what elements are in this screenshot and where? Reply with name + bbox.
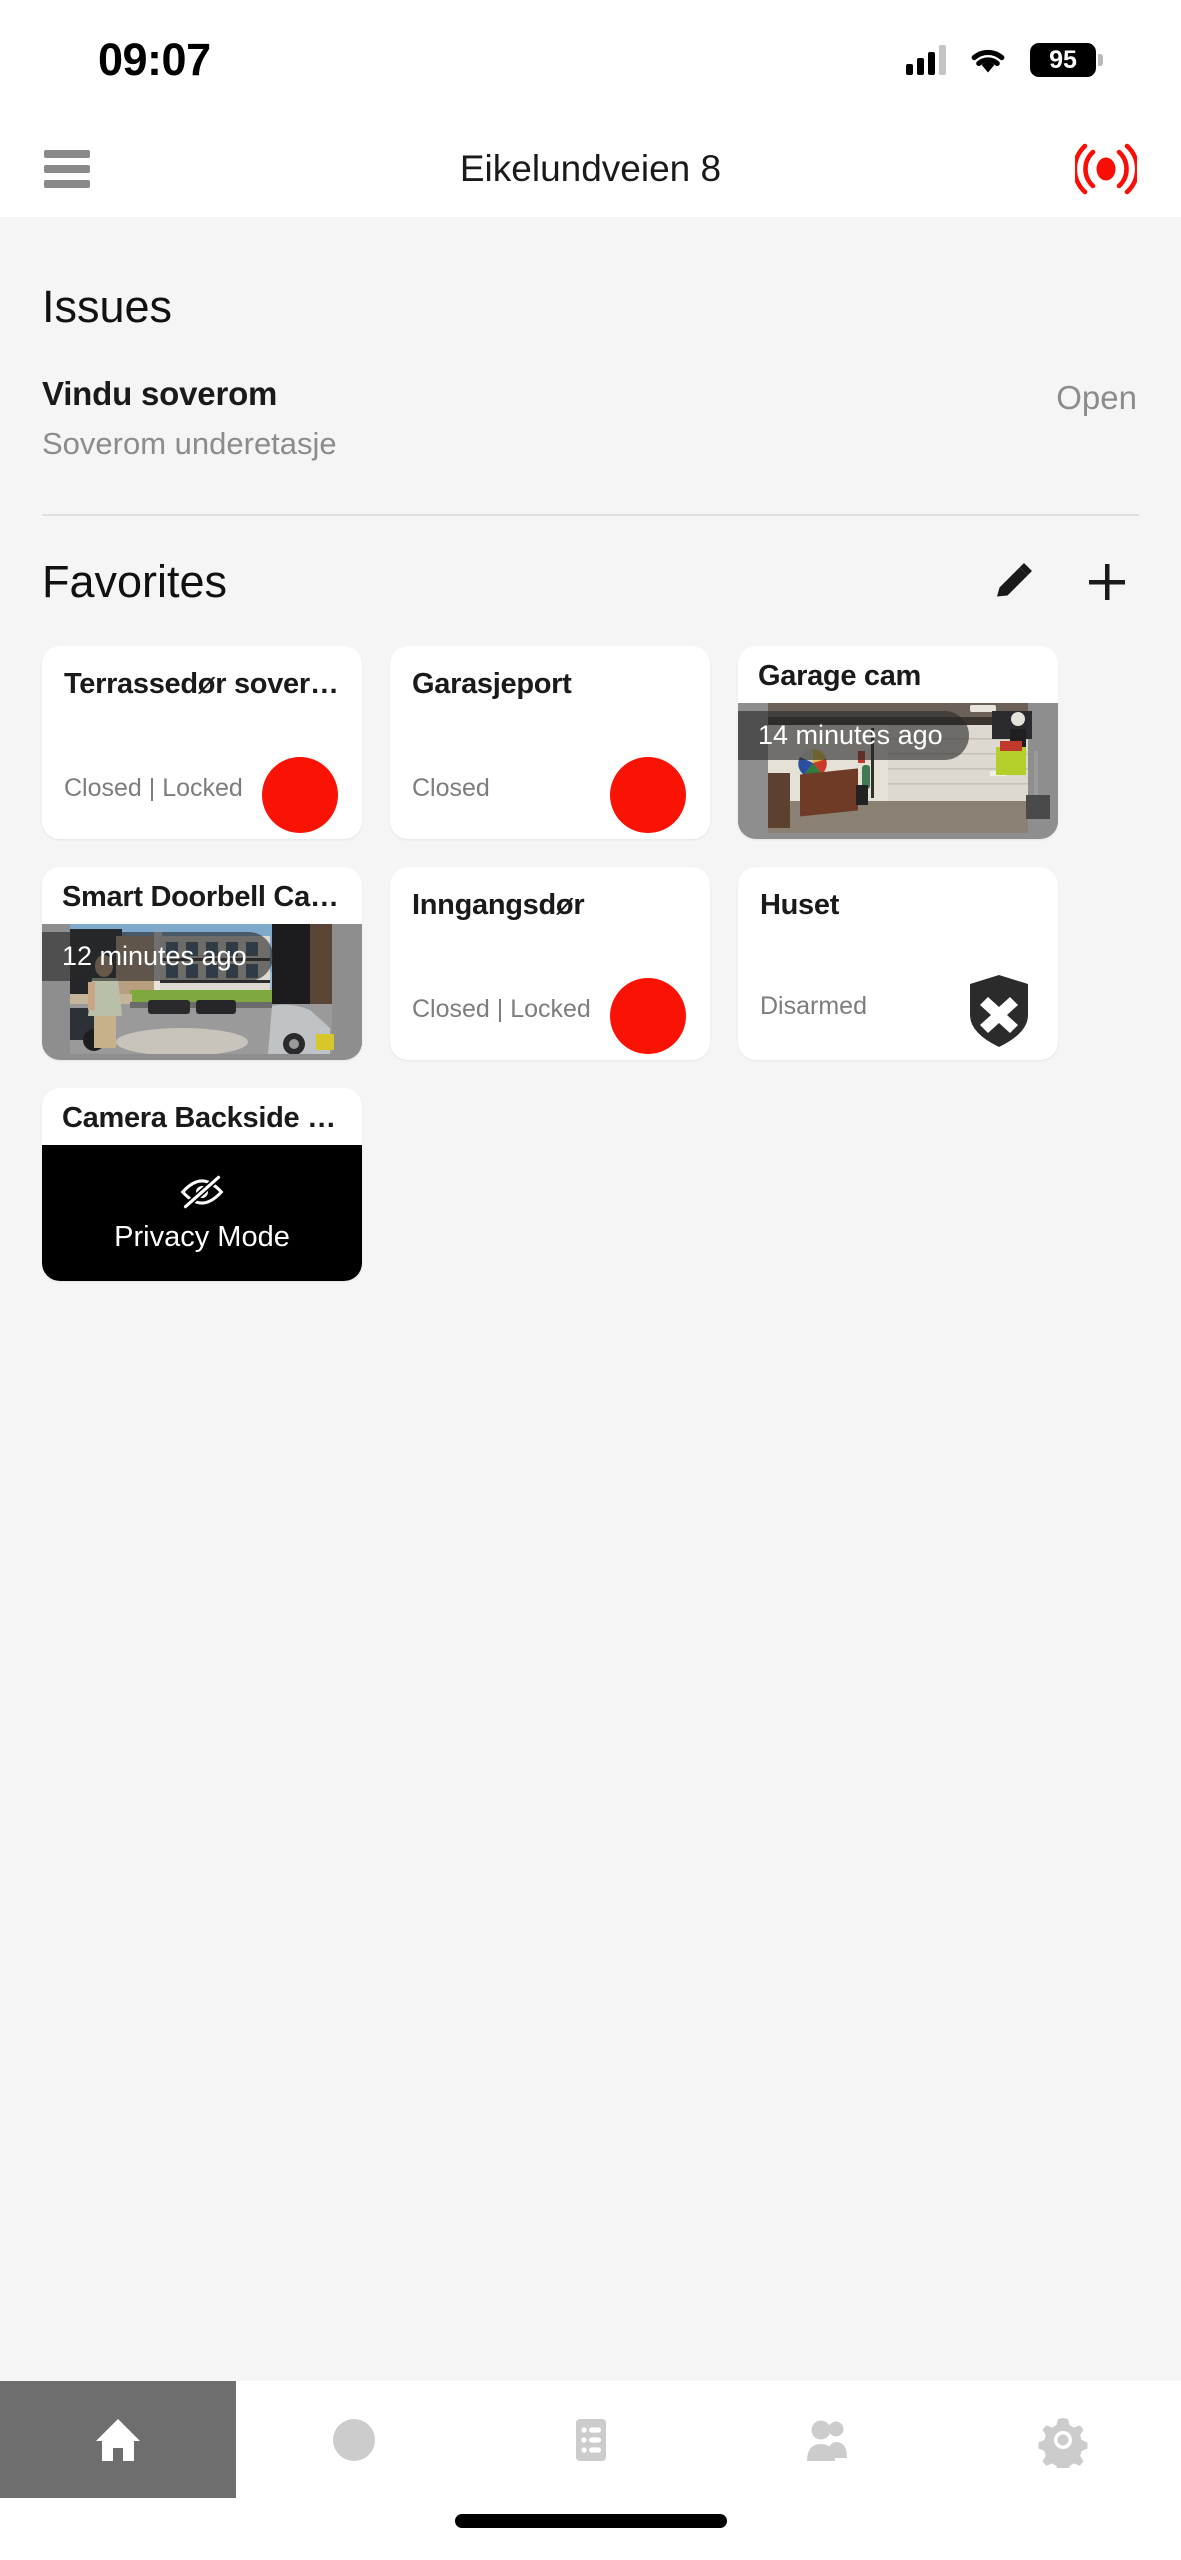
favorites-title: Favorites xyxy=(42,556,228,607)
card-footer: Closed xyxy=(412,757,688,833)
card-title: Huset xyxy=(760,889,840,921)
home-indicator-bar[interactable] xyxy=(454,2514,727,2528)
circle-icon xyxy=(333,2418,376,2461)
favorite-card[interactable]: Terrassedør soverom Closed | Locked xyxy=(42,646,362,839)
favorite-camera-card[interactable]: Camera Backside Gar... Privacy Mode xyxy=(42,1088,362,1281)
shield-x-icon[interactable] xyxy=(966,973,1032,1054)
pencil-icon[interactable] xyxy=(985,554,1041,610)
issues-title: Issues xyxy=(42,281,173,332)
favorite-card[interactable]: Garasjeport Closed xyxy=(390,646,710,839)
home-icon xyxy=(96,2418,141,2461)
hamburger-menu-icon[interactable] xyxy=(44,149,90,188)
cellular-signal-icon xyxy=(906,45,946,75)
camera-preview[interactable]: 14 minutes ago xyxy=(738,703,1058,839)
card-title: Garasjeport xyxy=(412,668,572,700)
issue-status: Open xyxy=(1056,379,1137,416)
camera-preview[interactable]: 12 minutes ago xyxy=(42,924,362,1060)
card-footer: Closed | Locked xyxy=(64,757,340,833)
favorites-grid: Terrassedør soverom Closed | Locked Gara… xyxy=(42,646,1139,1281)
card-title: Inngangsdør xyxy=(412,889,585,921)
card-footer: Disarmed xyxy=(760,973,1036,1047)
privacy-mode-label: Privacy Mode xyxy=(114,1220,290,1253)
nav-item-settings[interactable] xyxy=(945,2381,1181,2498)
card-title: Terrassedør soverom xyxy=(64,668,340,700)
camera-header: Smart Doorbell Cam (... xyxy=(42,867,362,925)
battery-icon: 95 xyxy=(1030,43,1103,77)
red-dot-indicator[interactable] xyxy=(610,978,686,1054)
app-header: Eikelundveien 8 xyxy=(0,120,1181,217)
favorite-camera-card[interactable]: Garage cam 14 minutes ago xyxy=(738,646,1058,839)
favorite-card[interactable]: Huset Disarmed xyxy=(738,867,1058,1060)
card-state: Closed xyxy=(412,773,490,802)
nav-item-list[interactable] xyxy=(472,2381,708,2498)
nav-item-people[interactable] xyxy=(709,2381,945,2498)
favorites-actions xyxy=(985,554,1139,610)
people-icon xyxy=(806,2420,847,2461)
privacy-mode-overlay[interactable]: Privacy Mode xyxy=(42,1145,362,1281)
wifi-icon xyxy=(968,45,1008,75)
favorite-camera-card[interactable]: Smart Doorbell Cam (... xyxy=(42,867,362,1060)
card-footer: Closed | Locked xyxy=(412,978,688,1054)
status-bar: 09:07 95 xyxy=(0,0,1181,120)
favorite-card[interactable]: Inngangsdør Closed | Locked xyxy=(390,867,710,1060)
status-indicators: 95 xyxy=(906,43,1103,77)
home-indicator xyxy=(0,2498,1181,2560)
card-title: Smart Doorbell Cam (... xyxy=(62,881,342,913)
status-time: 09:07 xyxy=(98,34,211,85)
main-content: Issues Vindu soverom Soverom underetasje… xyxy=(0,217,1181,2381)
issue-name: Vindu soverom xyxy=(42,375,278,412)
issue-row[interactable]: Vindu soverom Soverom underetasje Open xyxy=(42,333,1139,462)
favorites-section-header: Favorites xyxy=(42,516,1139,610)
issue-text: Vindu soverom Soverom underetasje xyxy=(42,375,1056,462)
card-state: Closed | Locked xyxy=(412,994,591,1023)
battery-percent: 95 xyxy=(1049,45,1077,74)
camera-header: Garage cam xyxy=(738,646,1058,704)
siren-icon[interactable] xyxy=(1075,143,1137,195)
page-title: Eikelundveien 8 xyxy=(459,147,722,189)
camera-timestamp: 12 minutes ago xyxy=(42,932,273,982)
bottom-navigation xyxy=(0,2381,1181,2498)
red-dot-indicator[interactable] xyxy=(262,757,338,833)
gear-icon xyxy=(1038,2417,1088,2468)
card-state: Closed | Locked xyxy=(64,773,243,802)
camera-timestamp: 14 minutes ago xyxy=(738,711,969,761)
issues-section-header: Issues xyxy=(42,217,1139,333)
nav-item-circle[interactable] xyxy=(236,2381,472,2498)
list-icon xyxy=(575,2418,606,2461)
nav-item-home[interactable] xyxy=(0,2381,237,2498)
card-title: Camera Backside Gar... xyxy=(62,1102,342,1134)
issue-location: Soverom underetasje xyxy=(42,426,337,461)
camera-header: Camera Backside Gar... xyxy=(42,1088,362,1146)
card-state: Disarmed xyxy=(760,992,867,1020)
plus-icon[interactable] xyxy=(1079,554,1135,610)
eye-off-icon xyxy=(180,1174,224,1209)
card-title: Garage cam xyxy=(758,660,922,692)
red-dot-indicator[interactable] xyxy=(610,757,686,833)
app-screen: 09:07 95 Eikelundveien 8 Issues Vindu so… xyxy=(0,0,1181,2560)
